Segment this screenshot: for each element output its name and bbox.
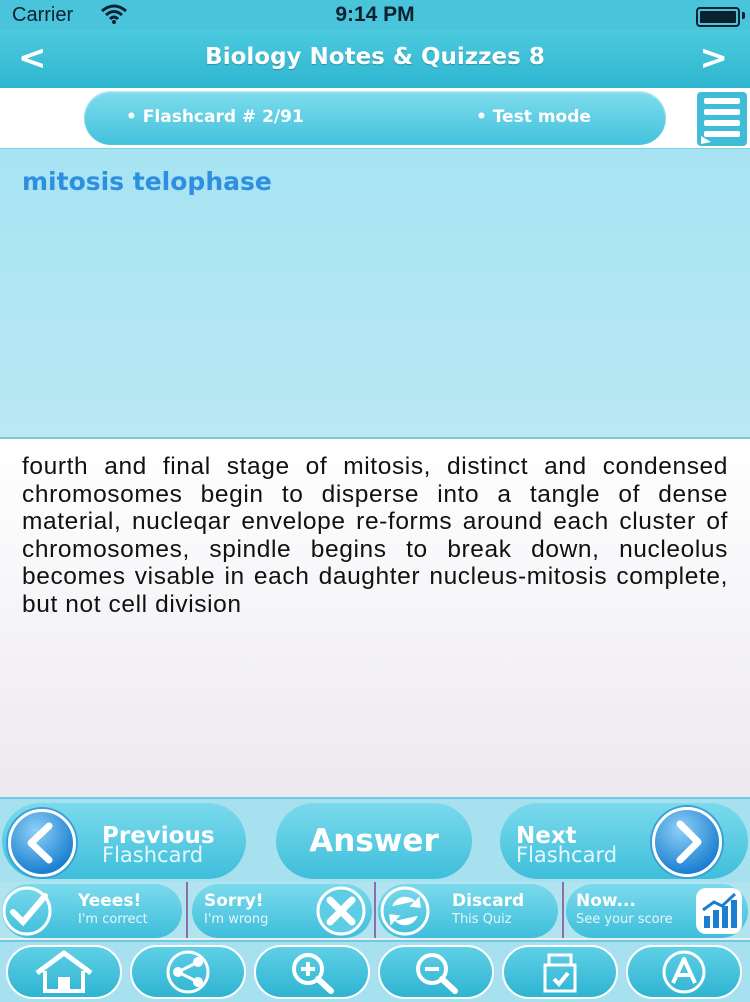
share-icon: [166, 950, 210, 994]
info-strip: • Flashcard # 2/91 • Test mode: [0, 88, 750, 148]
see-score-button[interactable]: Now... See your score: [566, 884, 748, 938]
zoom-in-button[interactable]: [254, 945, 370, 999]
zoom-out-button[interactable]: [378, 945, 494, 999]
question-panel: mitosis telophase: [0, 148, 750, 437]
font-size-icon: [662, 950, 706, 994]
discard-sub: This Quiz: [452, 912, 512, 927]
discard-label: Discard: [452, 891, 525, 911]
home-button[interactable]: [6, 945, 122, 999]
wrong-sub: I'm wrong: [204, 912, 269, 927]
nav-bar: < Biology Notes & Quizzes 8 >: [0, 30, 750, 88]
battery-icon: [696, 7, 740, 27]
list-menu-button[interactable]: [697, 92, 747, 146]
wrong-button[interactable]: Sorry! I'm wrong: [192, 884, 372, 938]
bookmark-button[interactable]: [502, 945, 618, 999]
answer-text: fourth and final stage of mitosis, disti…: [22, 453, 728, 618]
zoom-in-icon: [292, 953, 334, 994]
divider: [186, 882, 188, 938]
share-button[interactable]: [130, 945, 246, 999]
question-text: mitosis telophase: [22, 167, 272, 196]
zoom-out-icon: [416, 953, 458, 994]
clock: 9:14 PM: [335, 3, 415, 26]
chevron-right-icon: [652, 807, 722, 877]
previous-sub: Flashcard: [102, 843, 204, 867]
status-bar: Carrier 9:14 PM: [0, 0, 750, 30]
next-sub: Flashcard: [516, 843, 618, 867]
answer-panel: fourth and final stage of mitosis, disti…: [0, 437, 750, 797]
battery-tip: [742, 12, 745, 19]
forward-button[interactable]: >: [700, 38, 729, 78]
previous-flashcard-button[interactable]: Previous Flashcard: [2, 803, 246, 879]
discard-quiz-button[interactable]: Discard This Quiz: [378, 884, 558, 938]
chevron-left-icon: [8, 809, 76, 877]
divider: [374, 882, 376, 938]
page-title: Biology Notes & Quizzes 8: [205, 44, 545, 70]
mode-label: • Test mode: [476, 107, 591, 127]
score-label: Now...: [576, 891, 636, 911]
flashcard-info-pill: • Flashcard # 2/91 • Test mode: [84, 91, 666, 145]
divider: [562, 882, 564, 938]
bookmark-icon: [543, 953, 577, 993]
font-size-button[interactable]: [626, 945, 742, 999]
recycle-icon: [380, 886, 430, 936]
next-flashcard-button[interactable]: Next Flashcard: [500, 803, 748, 879]
correct-label: Yeees!: [78, 891, 142, 911]
score-sub: See your score: [576, 912, 673, 927]
list-icon: [701, 98, 740, 144]
flashcard-counter: • Flashcard # 2/91: [126, 107, 304, 127]
correct-button[interactable]: Yeees! I'm correct: [2, 884, 182, 938]
quiz-actions: Yeees! I'm correct Sorry! I'm wrong Disc…: [0, 882, 750, 938]
close-circle-icon: [316, 886, 366, 936]
home-icon: [35, 950, 93, 993]
flashcard-controls: Previous Flashcard Answer Next Flashcard: [0, 797, 750, 883]
wrong-label: Sorry!: [204, 891, 264, 911]
answer-button[interactable]: Answer: [276, 803, 472, 879]
correct-sub: I'm correct: [78, 912, 148, 927]
check-circle-icon: [2, 886, 52, 936]
bottom-toolbar: [0, 940, 750, 1002]
chart-icon: [696, 888, 742, 934]
